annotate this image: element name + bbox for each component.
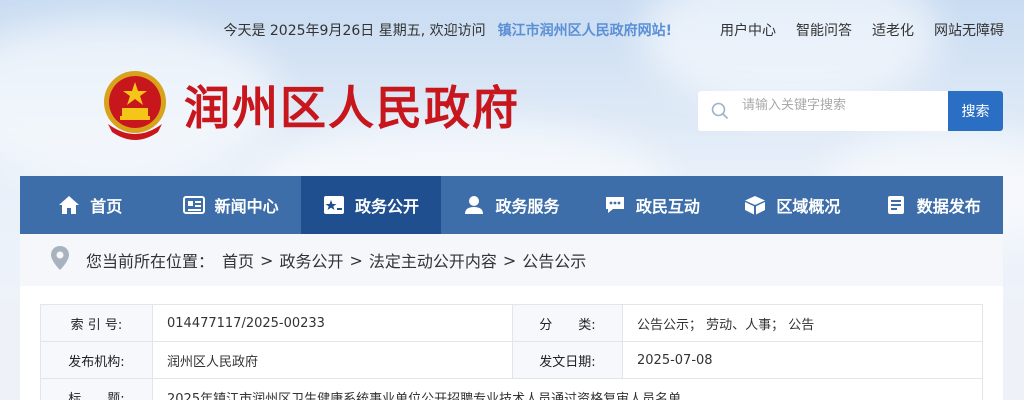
cube-icon — [745, 196, 766, 215]
search-icon — [698, 91, 742, 131]
date-value: 2025-07-08 — [622, 341, 983, 379]
breadcrumb: 您当前所在位置： 首页 > 政务公开 > 法定主动公开内容 > 公告公示 — [20, 234, 1003, 286]
national-emblem-logo — [100, 68, 170, 140]
main-nav: 首页 新闻中心 政务公开 政务服务 政民互动 区域概况 数据发布 — [20, 176, 1003, 234]
info-board-icon — [324, 196, 345, 214]
table-row: 索 引 号: 014477117/2025-00233 分 类: 公告公示； 劳… — [40, 304, 983, 342]
nav-item-label: 政民互动 — [635, 197, 700, 216]
top-bar: 今天是 2025年9月26日 星期五, 欢迎访问 镇江市润州区人民政府网站! 用… — [223, 20, 1004, 40]
table-row: 发布机构: 润州区人民政府 发文日期: 2025-07-08 — [40, 341, 983, 379]
chat-icon — [605, 197, 624, 213]
category-value: 公告公示； 劳动、人事； 公告 — [622, 304, 983, 342]
document-icon — [887, 196, 904, 214]
nav-item-label: 政务公开 — [355, 197, 420, 216]
publisher-value: 润州区人民政府 — [152, 341, 513, 379]
search-button[interactable]: 搜索 — [948, 91, 1003, 131]
breadcrumb-prefix: 您当前所在位置： — [86, 252, 215, 271]
breadcrumb-separator: > — [349, 250, 363, 270]
person-icon — [465, 196, 484, 214]
search-input[interactable] — [742, 91, 948, 131]
search-box: 搜索 — [698, 91, 1003, 131]
nav-item-label: 新闻中心 — [214, 197, 279, 216]
site-name-link[interactable]: 镇江市润州区人民政府网站! — [498, 20, 672, 40]
breadcrumb-separator: > — [502, 250, 517, 270]
greeting-text: 今天是 2025年9月26日 星期五, 欢迎访问 — [223, 23, 486, 39]
index-label: 索 引 号: — [40, 304, 153, 342]
nav-item-label: 政务服务 — [495, 197, 560, 216]
date-label: 发文日期: — [512, 341, 623, 379]
nav-item-label: 数据发布 — [916, 197, 981, 216]
breadcrumb-home[interactable]: 首页 — [222, 248, 254, 272]
nav-item-region[interactable]: 区域概况 — [722, 176, 862, 234]
nav-item-label: 区域概况 — [776, 197, 841, 216]
elderly-mode-link[interactable]: 适老化 — [872, 20, 914, 40]
title-value: 2025年镇江市润州区卫生健康系统事业单位公开招聘专业技术人员通过资格复审人员名… — [152, 378, 983, 400]
publisher-label: 发布机构: — [40, 341, 153, 379]
breadcrumb-notices[interactable]: 公告公示 — [522, 248, 586, 272]
nav-item-gov-service[interactable]: 政务服务 — [441, 176, 581, 234]
nav-item-data[interactable]: 数据发布 — [863, 176, 1003, 234]
nav-item-gov-info[interactable]: 政务公开 — [300, 176, 442, 234]
nav-item-label: 首页 — [90, 197, 123, 216]
nav-item-home[interactable]: 首页 — [20, 176, 160, 234]
site-title: 润州区人民政府 — [184, 81, 520, 135]
document-meta-table: 索 引 号: 014477117/2025-00233 分 类: 公告公示； 劳… — [40, 304, 983, 400]
location-pin-icon — [50, 245, 70, 275]
table-row: 标 题: 2025年镇江市润州区卫生健康系统事业单位公开招聘专业技术人员通过资格… — [40, 378, 983, 400]
title-label: 标 题: — [40, 378, 153, 400]
breadcrumb-statutory[interactable]: 法定主动公开内容 — [369, 248, 497, 272]
breadcrumb-gov-info[interactable]: 政务公开 — [279, 248, 343, 272]
news-icon — [182, 196, 205, 214]
content-panel: 您当前所在位置： 首页 > 政务公开 > 法定主动公开内容 > 公告公示 索 引… — [20, 234, 1003, 400]
category-label: 分 类: — [512, 304, 623, 342]
smart-qa-link[interactable]: 智能问答 — [796, 20, 852, 40]
accessibility-link[interactable]: 网站无障碍 — [934, 20, 1004, 40]
nav-item-interaction[interactable]: 政民互动 — [582, 176, 722, 234]
home-icon — [59, 196, 80, 214]
breadcrumb-separator: > — [260, 250, 274, 270]
nav-item-news[interactable]: 新闻中心 — [160, 176, 300, 234]
user-center-link[interactable]: 用户中心 — [720, 20, 776, 40]
index-value: 014477117/2025-00233 — [152, 304, 513, 342]
